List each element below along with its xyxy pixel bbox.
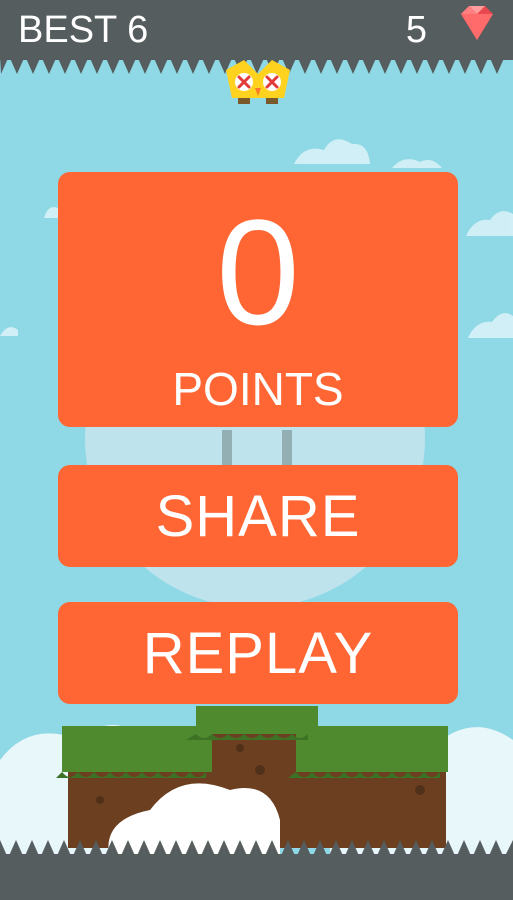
red-gem-icon bbox=[461, 6, 493, 40]
background-scene bbox=[0, 139, 513, 890]
points-label: POINTS bbox=[172, 363, 344, 415]
final-score: 0 bbox=[216, 188, 300, 356]
share-button-label: SHARE bbox=[155, 483, 361, 549]
dead-yellow-bird-icon bbox=[226, 60, 290, 104]
best-score-label: BEST 6 bbox=[18, 9, 149, 51]
replay-button[interactable]: REPLAY bbox=[58, 602, 458, 704]
replay-button-label: REPLAY bbox=[142, 620, 374, 686]
gem-count: 5 bbox=[405, 9, 427, 51]
bottom-bar bbox=[0, 854, 513, 900]
game-scene: BEST 6 5 0 POINTS SHARE REPLAY bbox=[0, 0, 513, 900]
top-hud-bar: BEST 6 5 bbox=[0, 0, 513, 60]
share-button[interactable]: SHARE bbox=[58, 465, 458, 567]
score-panel: 0 POINTS bbox=[58, 172, 458, 427]
